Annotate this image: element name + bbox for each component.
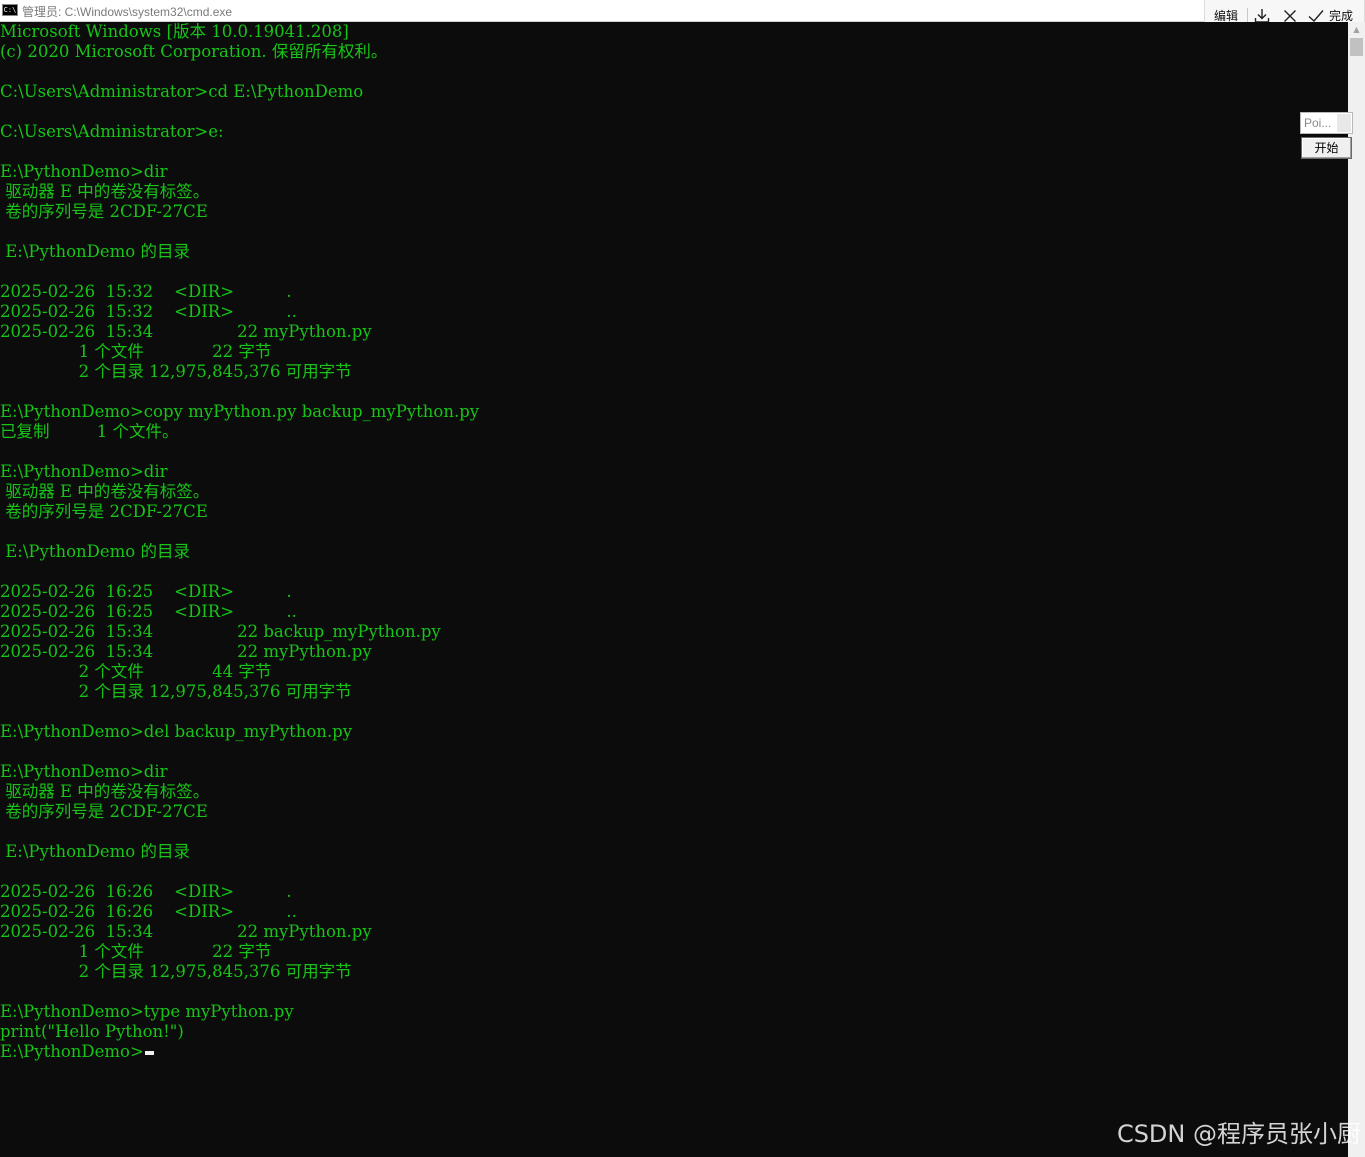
console-line: 2025-02-26 15:32 <DIR> ..: [0, 302, 297, 321]
console-lines: Microsoft Windows [版本 10.0.19041.208] (c)…: [0, 22, 479, 1062]
console-line: 1 个文件 22 字节: [0, 942, 272, 961]
console-line: E:\PythonDemo>type myPython.py: [0, 1002, 294, 1021]
console-line: E:\PythonDemo>copy myPython.py backup_my…: [0, 402, 480, 421]
console-line: (c) 2020 Microsoft Corporation. 保留所有权利。: [0, 42, 388, 61]
console-line: E:\PythonDemo>dir: [0, 162, 168, 181]
console-line: 卷的序列号是 2CDF-27CE: [0, 502, 208, 521]
console-line: 2025-02-26 15:32 <DIR> .: [0, 282, 292, 301]
console-line: E:\PythonDemo>dir: [0, 462, 168, 481]
vertical-scrollbar[interactable]: ▲: [1348, 22, 1365, 1157]
console-line: 驱动器 E 中的卷没有标签。: [0, 482, 210, 501]
console-line: 卷的序列号是 2CDF-27CE: [0, 802, 208, 821]
scroll-up-arrow-icon[interactable]: ▲: [1348, 22, 1365, 38]
console-line: print("Hello Python!"): [0, 1022, 184, 1041]
console-line: 2025-02-26 15:34 22 backup_myPython.py: [0, 622, 441, 641]
console-line: 2025-02-26 16:25 <DIR> ..: [0, 602, 297, 621]
console-line: 2025-02-26 15:34 22 myPython.py: [0, 642, 372, 661]
console-line: 驱动器 E 中的卷没有标签。: [0, 782, 210, 801]
widget-input[interactable]: Poi...: [1300, 112, 1353, 134]
floating-widget: Poi... 开始: [1300, 112, 1353, 160]
cmd-icon: C:\: [2, 4, 18, 16]
console-line: Microsoft Windows [版本 10.0.19041.208]: [0, 22, 349, 41]
window-title: 管理员: C:\Windows\system32\cmd.exe: [22, 5, 233, 19]
console-line: 2 个目录 12,975,845,376 可用字节: [0, 682, 352, 701]
console-line: 2025-02-26 15:34 22 myPython.py: [0, 922, 372, 941]
text-cursor: [144, 1051, 154, 1055]
console-line: 2 个目录 12,975,845,376 可用字节: [0, 362, 352, 381]
console-line: C:\Users\Administrator>e:: [0, 122, 224, 141]
console-line: E:\PythonDemo>del backup_myPython.py: [0, 722, 353, 741]
console-line: 2025-02-26 16:26 <DIR> .: [0, 882, 292, 901]
console-line: C:\Users\Administrator>cd E:\PythonDemo: [0, 82, 364, 101]
widget-input-clear[interactable]: [1337, 114, 1351, 132]
console-line: 1 个文件 22 字节: [0, 342, 272, 361]
widget-input-value: Poi...: [1304, 116, 1332, 130]
console-line: E:\PythonDemo 的目录: [0, 542, 190, 561]
console-line: 2025-02-26 15:34 22 myPython.py: [0, 322, 372, 341]
console-line: 2025-02-26 16:25 <DIR> .: [0, 582, 292, 601]
title-bar[interactable]: C:\ 管理员: C:\Windows\system32\cmd.exe: [0, 0, 1365, 22]
console-output[interactable]: Microsoft Windows [版本 10.0.19041.208] (c)…: [0, 22, 1348, 1157]
console-line: 已复制 1 个文件。: [0, 422, 179, 441]
console-line: 2 个文件 44 字节: [0, 662, 272, 681]
console-line: 驱动器 E 中的卷没有标签。: [0, 182, 210, 201]
console-line: E:\PythonDemo 的目录: [0, 242, 190, 261]
scroll-thumb[interactable]: [1350, 38, 1363, 56]
start-button[interactable]: 开始: [1301, 137, 1352, 159]
console-line: 2025-02-26 16:26 <DIR> ..: [0, 902, 297, 921]
watermark: CSDN @程序员张小厨: [1116, 1120, 1361, 1148]
console-line: E:\PythonDemo 的目录: [0, 842, 190, 861]
console-line: 2 个目录 12,975,845,376 可用字节: [0, 962, 352, 981]
console-line: E:\PythonDemo>dir: [0, 762, 168, 781]
console-line: 卷的序列号是 2CDF-27CE: [0, 202, 208, 221]
console-prompt-line[interactable]: E:\PythonDemo>: [0, 1042, 479, 1062]
console-prompt: E:\PythonDemo>: [0, 1042, 144, 1061]
